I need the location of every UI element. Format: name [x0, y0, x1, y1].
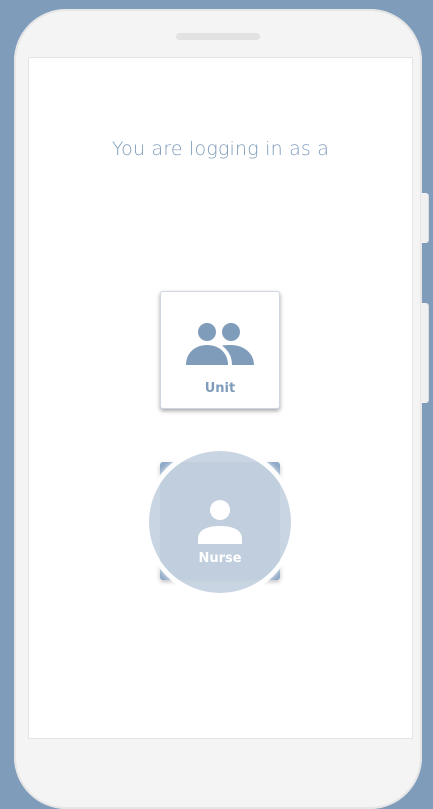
phone-speaker [176, 33, 260, 40]
phone-side-button-bottom [421, 303, 428, 403]
phone-side-button-top [421, 193, 428, 243]
nurse-role-button[interactable]: Nurse [160, 462, 280, 580]
app-screen: You are logging in as a Unit Nurse [28, 57, 413, 739]
page-title: You are logging in as a [111, 138, 330, 160]
unit-role-button[interactable]: Unit [160, 291, 280, 409]
group-icon [161, 322, 279, 366]
unit-role-label: Unit [204, 381, 236, 396]
nurse-role-label: Nurse [198, 551, 242, 566]
person-icon [160, 500, 280, 544]
phone-frame: You are logging in as a Unit Nurse [14, 9, 428, 809]
